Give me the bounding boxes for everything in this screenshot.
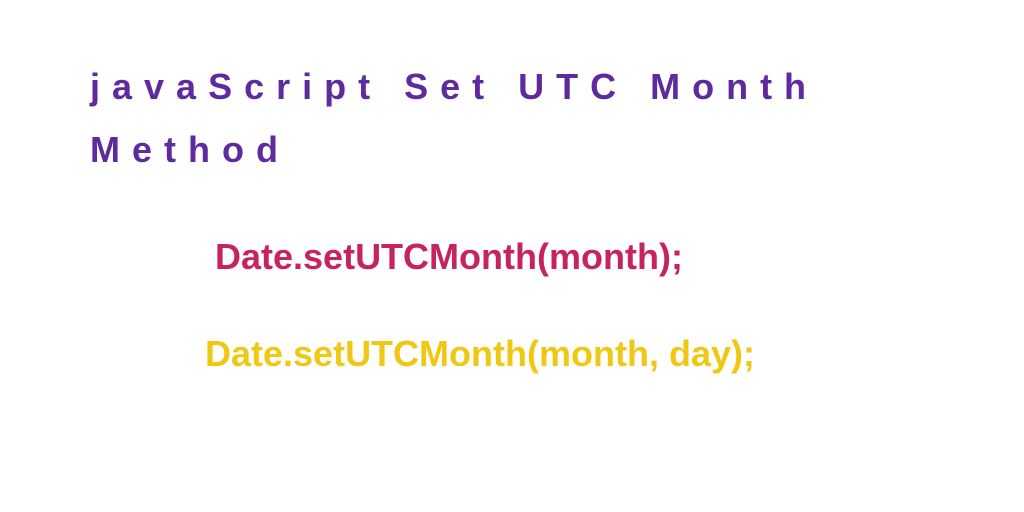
code-example-extended: Date.setUTCMonth(month, day); [205,333,934,375]
code-example-basic: Date.setUTCMonth(month); [215,236,934,278]
heading-title: javaScript Set UTC Month Method [90,55,934,181]
